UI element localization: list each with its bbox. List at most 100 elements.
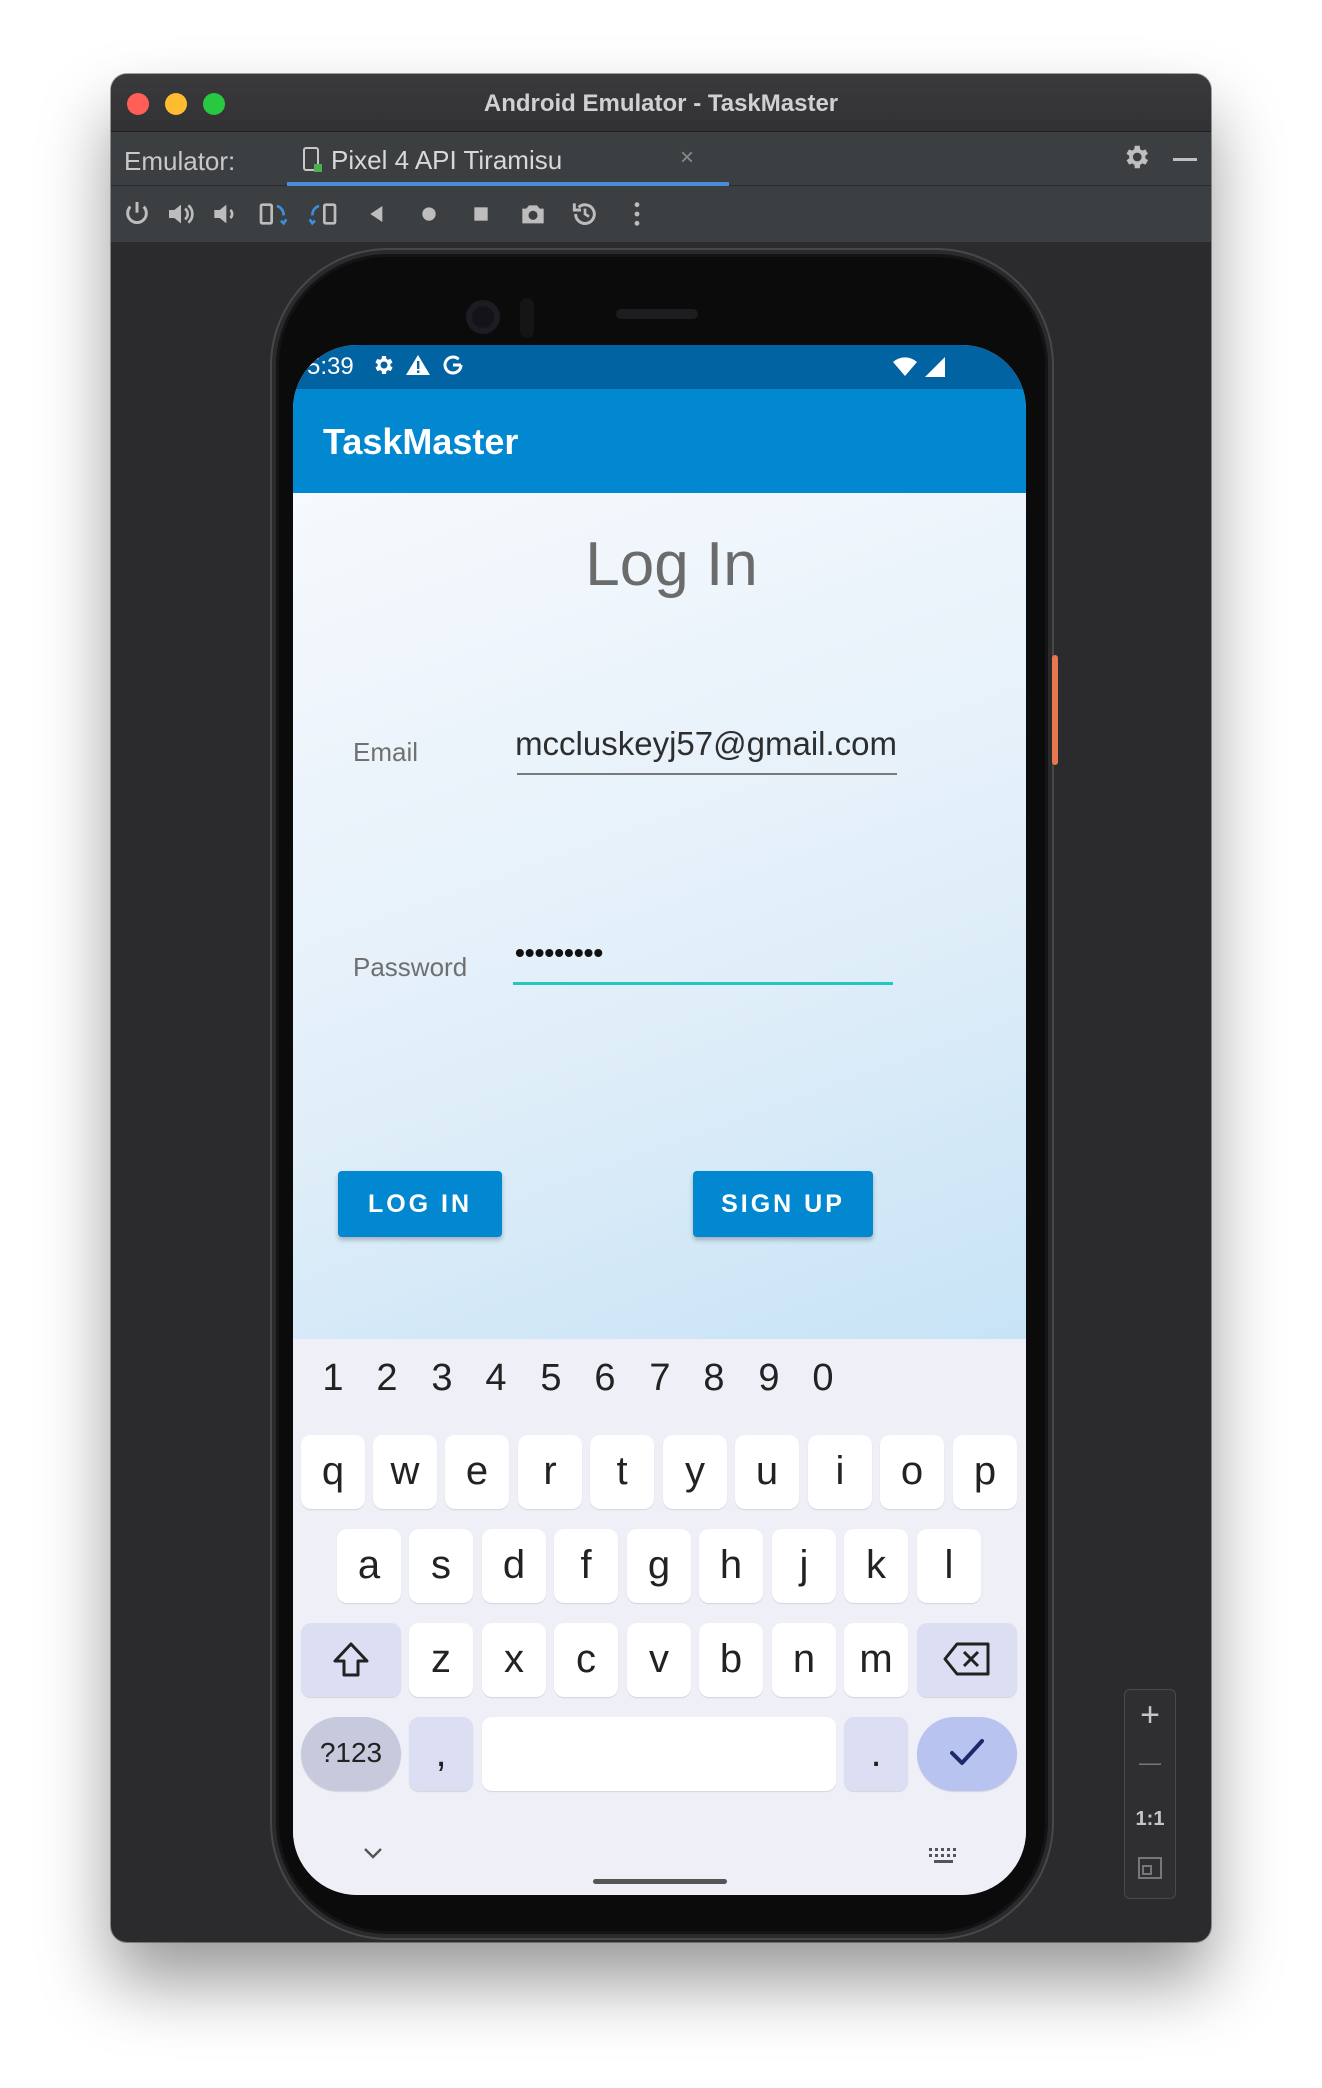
enter-key[interactable]: [917, 1717, 1017, 1791]
device-icon: [301, 146, 325, 181]
password-value: •••••••••: [515, 937, 604, 968]
tab-close-icon[interactable]: ×: [680, 144, 694, 172]
key-u[interactable]: u: [735, 1435, 799, 1509]
key-h[interactable]: h: [699, 1529, 763, 1603]
key-7[interactable]: 7: [635, 1357, 685, 1400]
keyboard-switch-icon[interactable]: [928, 1847, 960, 1870]
zoom-panel: + — 1:1: [1124, 1689, 1176, 1899]
key-q[interactable]: q: [301, 1435, 365, 1509]
key-n[interactable]: n: [772, 1623, 836, 1697]
page-title: Log In: [585, 530, 758, 599]
rotate-right-icon[interactable]: [307, 198, 339, 230]
volume-down-icon[interactable]: [209, 198, 241, 230]
key-l[interactable]: l: [917, 1529, 981, 1603]
login-form: Log In Email mccluskeyj57@gmail.com Pass…: [293, 493, 1026, 1339]
overview-icon[interactable]: [465, 198, 497, 230]
period-key[interactable]: .: [844, 1717, 908, 1791]
screenshot-icon[interactable]: [517, 198, 549, 230]
key-s[interactable]: s: [409, 1529, 473, 1603]
email-field[interactable]: mccluskeyj57@gmail.com: [517, 725, 897, 775]
gesture-nav-handle[interactable]: [593, 1879, 727, 1884]
soft-keyboard: 1 2 3 4 5 6 7 8 9 0 q w e r t y u i o p …: [293, 1339, 1026, 1895]
signal-icon: [924, 356, 946, 383]
key-f[interactable]: f: [554, 1529, 618, 1603]
shift-key[interactable]: [301, 1623, 401, 1697]
keyboard-number-row: 1 2 3 4 5 6 7 8 9 0: [293, 1357, 1026, 1407]
password-label: Password: [353, 952, 468, 982]
key-z[interactable]: z: [409, 1623, 473, 1697]
key-0[interactable]: 0: [798, 1357, 848, 1400]
emulator-label: Emulator:: [124, 146, 236, 176]
wifi-icon: [892, 356, 918, 383]
more-icon[interactable]: [621, 198, 653, 230]
key-2[interactable]: 2: [362, 1357, 412, 1400]
login-button[interactable]: LOG IN: [338, 1171, 502, 1237]
status-notifications: [371, 353, 465, 382]
zoom-in-button[interactable]: +: [1125, 1696, 1175, 1735]
key-6[interactable]: 6: [580, 1357, 630, 1400]
side-power-button[interactable]: [1052, 655, 1058, 765]
warning-icon: [405, 353, 431, 382]
home-icon[interactable]: [413, 198, 445, 230]
symbols-key[interactable]: ?123: [301, 1717, 401, 1791]
key-x[interactable]: x: [482, 1623, 546, 1697]
key-5[interactable]: 5: [526, 1357, 576, 1400]
key-j[interactable]: j: [772, 1529, 836, 1603]
chevron-down-icon[interactable]: [361, 1845, 385, 1866]
device-screen: 5:39 TaskMaster Log In Email mccluskeyj5…: [293, 345, 1026, 1895]
tab-bar: Emulator: Pixel 4 API Tiramisu ×: [111, 132, 1211, 186]
key-k[interactable]: k: [844, 1529, 908, 1603]
google-icon: [441, 353, 465, 382]
settings-gear-icon: [371, 353, 395, 382]
key-c[interactable]: c: [554, 1623, 618, 1697]
actual-size-button[interactable]: 1:1: [1125, 1808, 1175, 1831]
emulator-toolbar: [111, 186, 1211, 242]
rotate-left-icon[interactable]: [257, 198, 289, 230]
key-o[interactable]: o: [880, 1435, 944, 1509]
key-a[interactable]: a: [337, 1529, 401, 1603]
email-value: mccluskeyj57@gmail.com: [517, 725, 897, 762]
gear-icon[interactable]: [1121, 142, 1151, 177]
app-bar: TaskMaster: [293, 389, 1026, 493]
key-3[interactable]: 3: [417, 1357, 467, 1400]
key-d[interactable]: d: [482, 1529, 546, 1603]
key-r[interactable]: r: [518, 1435, 582, 1509]
key-v[interactable]: v: [627, 1623, 691, 1697]
password-field[interactable]: •••••••••: [513, 933, 893, 985]
zoom-out-button[interactable]: —: [1125, 1750, 1175, 1776]
fit-screen-icon[interactable]: [1125, 1856, 1175, 1885]
key-p[interactable]: p: [953, 1435, 1017, 1509]
key-4[interactable]: 4: [471, 1357, 521, 1400]
tab-device-label: Pixel 4 API Tiramisu: [331, 145, 563, 175]
key-w[interactable]: w: [373, 1435, 437, 1509]
status-time: 5:39: [307, 353, 354, 380]
space-key[interactable]: [482, 1717, 836, 1791]
signup-button[interactable]: SIGN UP: [693, 1171, 873, 1237]
key-1[interactable]: 1: [308, 1357, 358, 1400]
tab-device[interactable]: Pixel 4 API Tiramisu ×: [287, 132, 729, 186]
power-icon[interactable]: [121, 198, 153, 230]
back-icon[interactable]: [361, 198, 393, 230]
title-bar: Android Emulator - TaskMaster: [111, 74, 1211, 132]
sensor: [520, 298, 534, 338]
status-bar: 5:39: [293, 345, 1026, 389]
key-m[interactable]: m: [844, 1623, 908, 1697]
key-i[interactable]: i: [808, 1435, 872, 1509]
key-b[interactable]: b: [699, 1623, 763, 1697]
camera-icon: [466, 300, 500, 334]
backspace-key[interactable]: [917, 1623, 1017, 1697]
comma-key[interactable]: ,: [409, 1717, 473, 1791]
key-8[interactable]: 8: [689, 1357, 739, 1400]
volume-up-icon[interactable]: [165, 198, 197, 230]
minimize-panel-icon[interactable]: [1173, 158, 1197, 161]
earpiece: [616, 309, 698, 319]
snapshot-icon[interactable]: [569, 198, 601, 230]
status-system-icons: [892, 356, 946, 383]
key-e[interactable]: e: [445, 1435, 509, 1509]
app-title: TaskMaster: [323, 421, 519, 462]
key-g[interactable]: g: [627, 1529, 691, 1603]
key-t[interactable]: t: [590, 1435, 654, 1509]
window-title: Android Emulator - TaskMaster: [483, 90, 839, 117]
key-9[interactable]: 9: [744, 1357, 794, 1400]
key-y[interactable]: y: [663, 1435, 727, 1509]
